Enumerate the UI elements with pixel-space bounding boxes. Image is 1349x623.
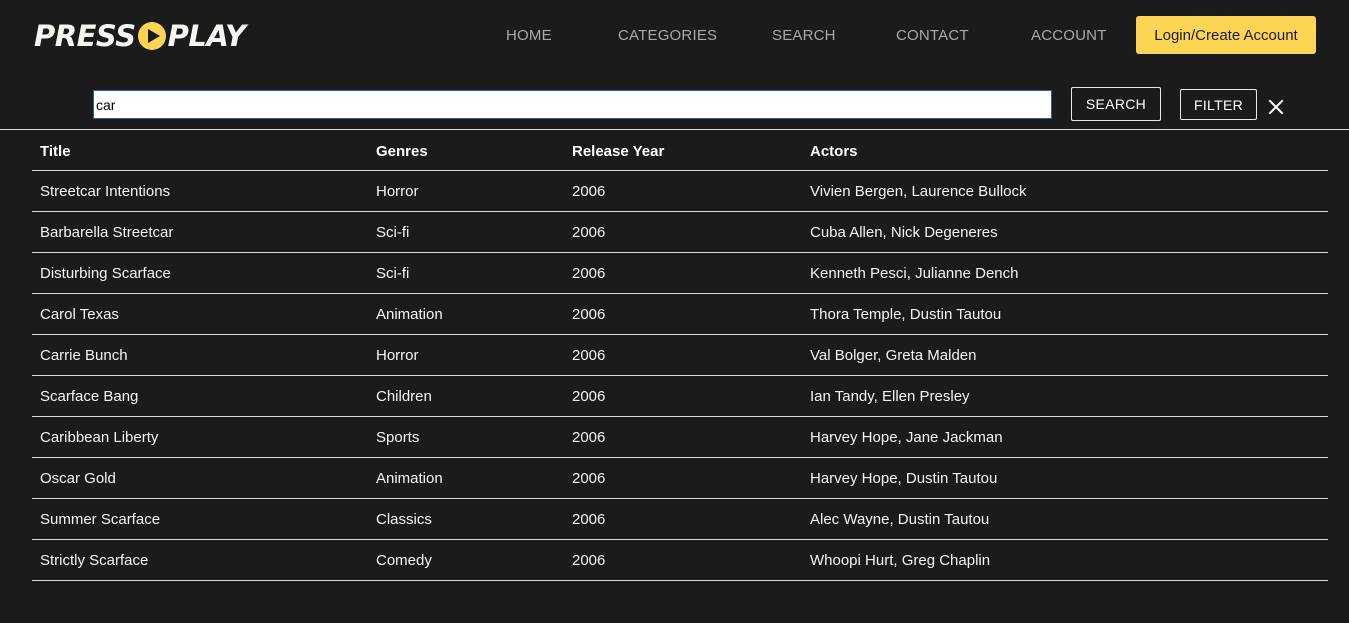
movie-actors: Thora Temple, Dustin Tautou — [810, 306, 1002, 323]
movie-title: Scarface Bang — [40, 388, 139, 405]
movie-actors: Ian Tandy, Ellen Presley — [810, 388, 970, 405]
movie-title: Caribbean Liberty — [40, 429, 159, 446]
movie-genre: Children — [376, 388, 432, 405]
movie-title: Barbarella Streetcar — [40, 224, 174, 241]
movie-genre: Comedy — [376, 552, 432, 569]
close-icon[interactable] — [1266, 97, 1286, 117]
movie-actors: Vivien Bergen, Laurence Bullock — [810, 183, 1027, 200]
movie-genre: Horror — [376, 183, 419, 200]
movie-title: Oscar Gold — [40, 470, 116, 487]
movie-release-year: 2006 — [572, 224, 606, 241]
movie-release-year: 2006 — [572, 347, 606, 364]
movie-actors: Harvey Hope, Jane Jackman — [810, 429, 1003, 446]
movie-genre: Horror — [376, 347, 419, 364]
movie-actors: Cuba Allen, Nick Degeneres — [810, 224, 998, 241]
search-button[interactable]: SEARCH — [1071, 87, 1161, 121]
movie-title: Summer Scarface — [40, 511, 161, 528]
table-row[interactable]: Disturbing Scarface Sci-fi 2006 Kenneth Pes… — [32, 253, 1328, 294]
site-header: PRESS PLAY HOME CATEGORIES SEARCH CONTAC… — [0, 0, 1349, 75]
column-header-title[interactable]: Title — [40, 143, 71, 160]
movie-release-year: 2006 — [572, 470, 606, 487]
table-row[interactable]: Summer Scarface Classics 2006 Alec Wayne, D… — [32, 499, 1328, 540]
movie-genre: Sci-fi — [376, 265, 410, 282]
table-body: Streetcar Intentions Horror 2006 Vivien Ber… — [32, 171, 1328, 581]
nav-categories[interactable]: CATEGORIES — [618, 27, 717, 44]
login-create-account-button[interactable]: Login/Create Account — [1136, 16, 1316, 54]
column-header-actors[interactable]: Actors — [810, 143, 858, 160]
movie-release-year: 2006 — [572, 183, 606, 200]
movie-title: Carol Texas — [40, 306, 119, 323]
column-header-genres[interactable]: Genres — [376, 143, 428, 160]
movie-title: Disturbing Scarface — [40, 265, 171, 282]
movie-actors: Harvey Hope, Dustin Tautou — [810, 470, 998, 487]
filter-button[interactable]: FILTER — [1180, 89, 1257, 120]
nav-account[interactable]: ACCOUNT — [1031, 27, 1107, 44]
movie-release-year: 2006 — [572, 265, 606, 282]
movie-title: Carrie Bunch — [40, 347, 128, 364]
results-table: Title Genres Release Year Actors Streetc… — [32, 130, 1328, 581]
movie-genre: Classics — [376, 511, 432, 528]
movie-genre: Animation — [376, 306, 443, 323]
table-row[interactable]: Barbarella Streetcar Sci-fi 2006 Cuba Allen… — [32, 212, 1328, 253]
movie-genre: Sports — [376, 429, 420, 446]
table-row[interactable]: Oscar Gold Animation 2006 Harvey Hope, Dust… — [32, 458, 1328, 499]
movie-actors: Kenneth Pesci, Julianne Dench — [810, 265, 1019, 282]
movie-genre: Sci-fi — [376, 224, 410, 241]
search-input[interactable] — [93, 90, 1052, 119]
table-header-row: Title Genres Release Year Actors — [32, 130, 1328, 171]
movie-release-year: 2006 — [572, 388, 606, 405]
movie-title: Streetcar Intentions — [40, 183, 171, 200]
nav-search[interactable]: SEARCH — [772, 27, 836, 44]
movie-release-year: 2006 — [572, 429, 606, 446]
movie-actors: Val Bolger, Greta Malden — [810, 347, 977, 364]
table-row[interactable]: Streetcar Intentions Horror 2006 Vivien Ber… — [32, 171, 1328, 212]
movie-release-year: 2006 — [572, 306, 606, 323]
movie-actors: Whoopi Hurt, Greg Chaplin — [810, 552, 991, 569]
nav-home[interactable]: HOME — [506, 27, 552, 44]
column-header-release-year[interactable]: Release Year — [572, 143, 664, 160]
movie-genre: Animation — [376, 470, 443, 487]
table-row[interactable]: Carrie Bunch Horror 2006 Val Bolger, Greta … — [32, 335, 1328, 376]
movie-release-year: 2006 — [572, 552, 606, 569]
movie-title: Strictly Scarface — [40, 552, 149, 569]
table-row[interactable]: Caribbean Liberty Sports 2006 Harvey Hope, … — [32, 417, 1328, 458]
table-row[interactable]: Scarface Bang Children 2006 Ian Tandy, Elle… — [32, 376, 1328, 417]
table-row[interactable]: Strictly Scarface Comedy 2006 Whoopi Hurt, … — [32, 540, 1328, 581]
nav-contact[interactable]: CONTACT — [896, 27, 969, 44]
table-row[interactable]: Carol Texas Animation 2006 Thora Temple, Du… — [32, 294, 1328, 335]
movie-actors: Alec Wayne, Dustin Tautou — [810, 511, 990, 528]
movie-release-year: 2006 — [572, 511, 606, 528]
